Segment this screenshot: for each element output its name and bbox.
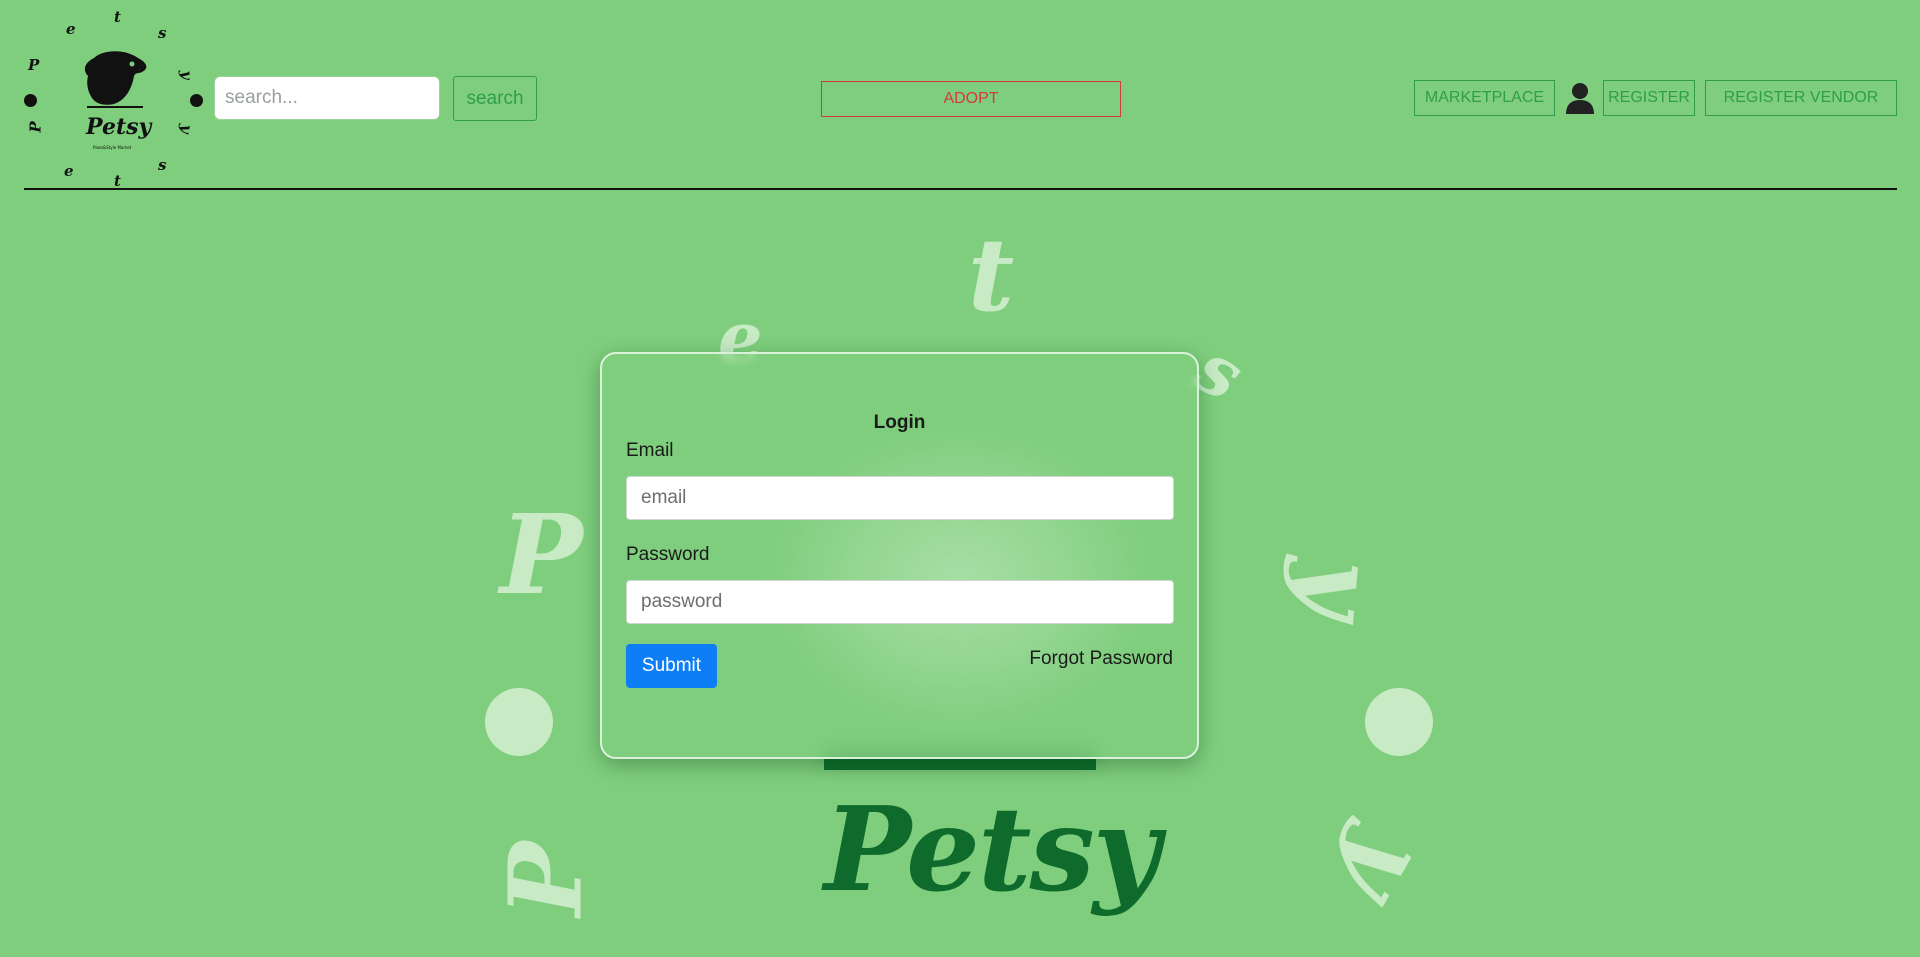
- hero-ring-letter: y: [1277, 554, 1401, 624]
- submit-button[interactable]: Submit: [626, 644, 717, 688]
- register-vendor-button[interactable]: REGISTER VENDOR: [1705, 80, 1897, 116]
- logo-ring-letter: y: [177, 70, 196, 80]
- adopt-button[interactable]: ADOPT: [821, 81, 1121, 117]
- forgot-password-link[interactable]: Forgot Password: [1029, 648, 1173, 670]
- logo-wordmark: Petsy: [86, 114, 152, 140]
- hero-underline: [824, 758, 1096, 770]
- logo-ring-letter: P: [28, 56, 40, 74]
- logo-ring-letter: e: [66, 20, 76, 38]
- login-title: Login: [873, 412, 926, 433]
- search-input[interactable]: [214, 76, 440, 120]
- header: P e t s y P e t y s Petsy Paws&Style Mar…: [0, 0, 1920, 190]
- hero-ring-dot: [485, 688, 553, 756]
- search-button[interactable]: search: [453, 76, 537, 121]
- logo-tagline: Paws&Style Market: [93, 145, 132, 150]
- email-field[interactable]: [626, 476, 1174, 520]
- marketplace-button[interactable]: MARKETPLACE: [1414, 80, 1555, 116]
- hero-ring-letter: t: [968, 216, 1015, 334]
- hero-wordmark: Petsy: [824, 782, 1160, 918]
- dog-head-icon: [84, 51, 147, 105]
- logo-ring-dot: [190, 94, 203, 107]
- login-card: Login Email Password Submit Forgot Passw…: [600, 352, 1199, 759]
- header-divider: [24, 188, 1897, 190]
- logo-ring-letter: e: [64, 162, 74, 180]
- logo-underline: [87, 106, 143, 108]
- hero-ring-letter: y: [1319, 814, 1451, 924]
- password-field[interactable]: [626, 580, 1174, 624]
- logo-ring-letter: y: [176, 123, 196, 135]
- logo-ring-letter: P: [26, 121, 45, 133]
- hero-ring-dot: [1365, 688, 1433, 756]
- register-button[interactable]: REGISTER: [1603, 80, 1695, 116]
- password-label: Password: [626, 544, 710, 565]
- hero-ring-letter: P: [500, 490, 583, 619]
- email-label: Email: [626, 440, 674, 461]
- logo-ring-letter: s: [158, 156, 167, 174]
- petsy-logo[interactable]: P e t s y P e t y s Petsy Paws&Style Mar…: [20, 6, 208, 190]
- logo-ring-dot: [24, 94, 37, 107]
- hero-ring-letter: P: [486, 841, 605, 917]
- user-icon[interactable]: [1566, 82, 1594, 114]
- logo-ring-letter: t: [114, 8, 121, 26]
- logo-ring-letter: s: [158, 24, 167, 42]
